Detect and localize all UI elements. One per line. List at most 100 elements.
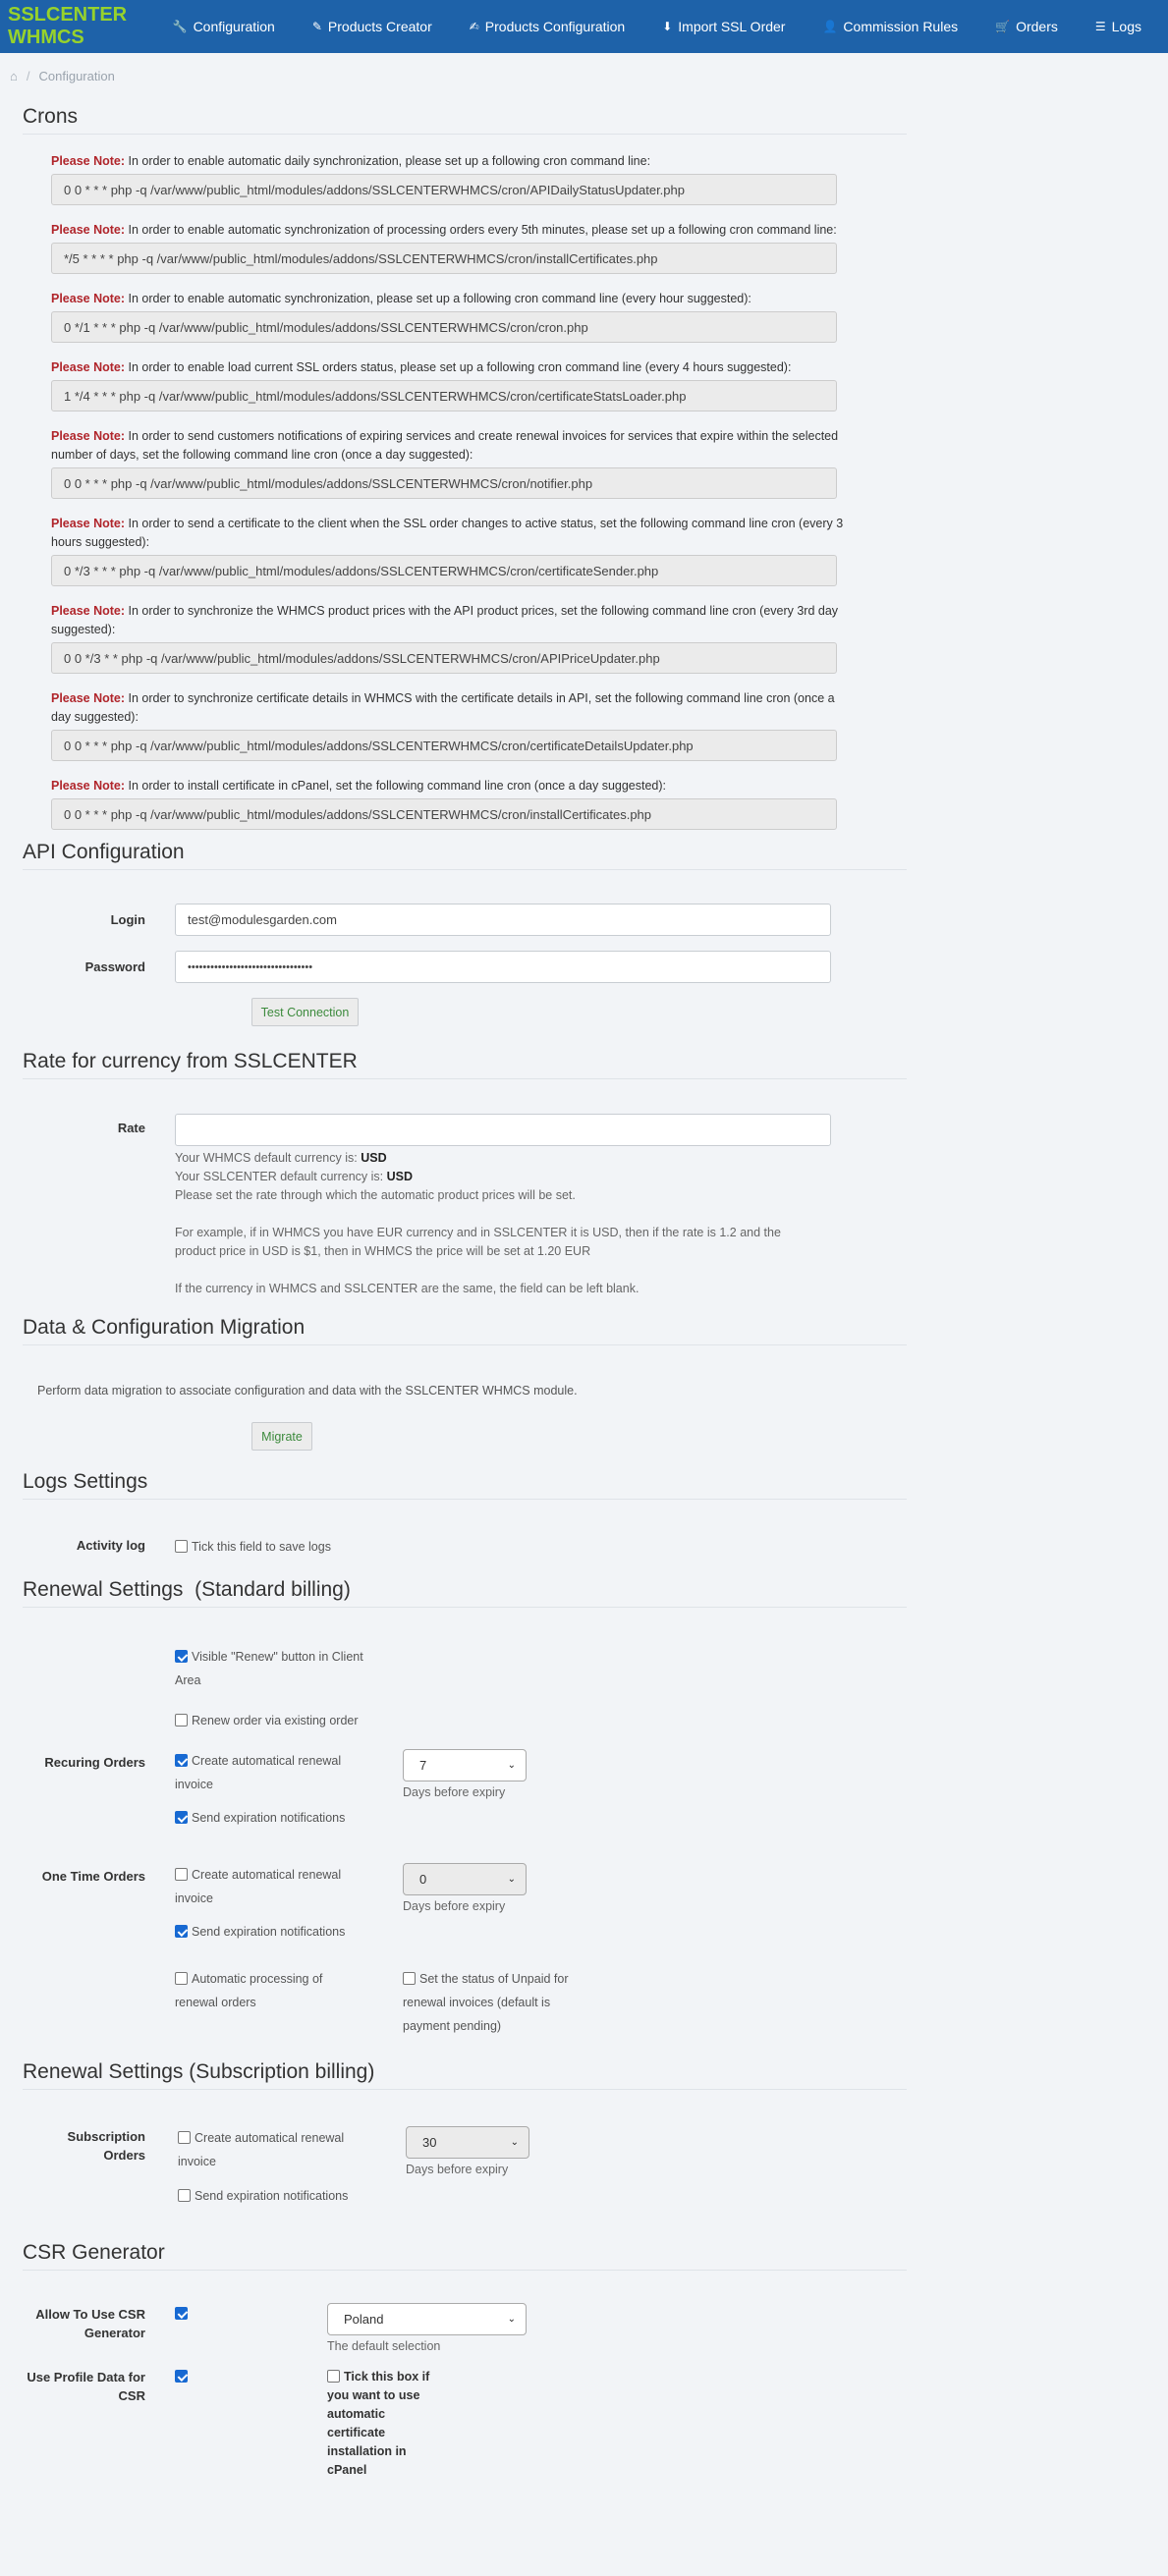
recurring-days-select[interactable]: 7 ⌄ bbox=[403, 1749, 527, 1781]
csr-country-select[interactable]: Poland ⌄ bbox=[327, 2303, 527, 2335]
onetime-send-notifications-label: Send expiration notifications bbox=[192, 1925, 346, 1939]
cron-note-text: In order to enable load current SSL orde… bbox=[125, 360, 792, 374]
please-note-label: Please Note: bbox=[51, 691, 126, 705]
cron-command-field[interactable]: 0 0 * * * php -q /var/www/public_html/mo… bbox=[51, 174, 837, 205]
onetime-days-help: Days before expiry bbox=[403, 1899, 506, 1913]
visible-renew-label-1: Visible "Renew" button in Client bbox=[192, 1650, 363, 1664]
activity-log-label: Activity log bbox=[76, 1538, 145, 1553]
unpaid-status-checkbox[interactable] bbox=[403, 1972, 416, 1985]
allow-csr-label-1: Allow To Use CSR bbox=[35, 2307, 145, 2322]
nav-item-label: Commission Rules bbox=[843, 19, 959, 34]
onetime-send-notifications-checkbox[interactable] bbox=[175, 1925, 188, 1938]
recurring-days-help: Days before expiry bbox=[403, 1785, 506, 1799]
cron-note: Please Note: In order to install certifi… bbox=[51, 777, 857, 795]
recurring-send-notifications-checkbox[interactable] bbox=[175, 1811, 188, 1824]
rate-row: Rate Your WHMCS default currency is: USD… bbox=[23, 1114, 907, 1298]
test-connection-button[interactable]: Test Connection bbox=[251, 998, 359, 1026]
renewal-subscription-body: Subscription Orders Create automatical r… bbox=[23, 2090, 907, 2245]
nav-item-import-ssl-order[interactable]: ⬇ Import SSL Order bbox=[643, 19, 804, 34]
cron-command-field[interactable]: */5 * * * * php -q /var/www/public_html/… bbox=[51, 243, 837, 274]
please-note-label: Please Note: bbox=[51, 360, 126, 374]
nav-item-label: Products Configuration bbox=[484, 19, 626, 34]
cron-command-field[interactable]: 0 */3 * * * php -q /var/www/public_html/… bbox=[51, 555, 837, 586]
api-section-title: API Configuration bbox=[23, 841, 907, 870]
password-label: Password bbox=[84, 959, 145, 974]
subscription-send-notifications-label: Send expiration notifications bbox=[195, 2189, 349, 2203]
renew-existing-checkbox[interactable] bbox=[175, 1714, 188, 1726]
visible-renew-checkbox[interactable] bbox=[175, 1650, 188, 1663]
subscription-days-select[interactable]: 30 ⌄ bbox=[406, 2126, 529, 2159]
cron-command-field[interactable]: 0 0 * * * php -q /var/www/public_html/mo… bbox=[51, 467, 837, 499]
activity-log-row: Activity log Tick this field to save log… bbox=[23, 1535, 907, 1559]
cron-note: Please Note: In order to synchronize cer… bbox=[51, 689, 857, 727]
cron-note-text: In order to install certificate in cPane… bbox=[125, 779, 667, 793]
cron-command-field[interactable]: 0 */1 * * * php -q /var/www/public_html/… bbox=[51, 311, 837, 343]
migration-text: Perform data migration to associate conf… bbox=[37, 1384, 578, 1398]
brand-logo[interactable]: SSLCENTER WHMCS bbox=[8, 4, 135, 49]
cron-note: Please Note: In order to enable automati… bbox=[51, 221, 857, 240]
please-note-label: Please Note: bbox=[51, 292, 126, 305]
rate-section-title: Rate for currency from SSLCENTER bbox=[23, 1050, 907, 1079]
auto-processing-checkbox[interactable] bbox=[175, 1972, 188, 1985]
activity-log-checkbox[interactable] bbox=[175, 1540, 188, 1553]
chevron-down-icon: ⌄ bbox=[510, 2137, 519, 2148]
allow-csr-checkbox[interactable] bbox=[175, 2307, 188, 2320]
cron-note: Please Note: In order to enable automati… bbox=[51, 152, 857, 171]
please-note-label: Please Note: bbox=[51, 429, 126, 443]
cron-note-text: In order to send customers notifications… bbox=[51, 429, 839, 462]
user-plus-icon: 👤 bbox=[822, 20, 838, 33]
whmcs-currency-value: USD bbox=[361, 1151, 387, 1165]
subscription-orders-label: Subscription Orders bbox=[23, 2127, 145, 2165]
cron-command-field[interactable]: 1 */4 * * * php -q /var/www/public_html/… bbox=[51, 380, 837, 411]
nav-item-logs[interactable]: ☰ Logs bbox=[1077, 19, 1160, 34]
cart-icon: 🛒 bbox=[995, 20, 1011, 33]
rate-input[interactable] bbox=[175, 1114, 831, 1146]
recurring-create-invoice-label-1: Create automatical renewal bbox=[192, 1754, 342, 1768]
please-note-label: Please Note: bbox=[51, 517, 126, 530]
nav-item-products-creator[interactable]: ✎ Products Creator bbox=[294, 19, 451, 34]
subscription-days-help: Days before expiry bbox=[406, 2163, 509, 2176]
onetime-create-invoice-label-1: Create automatical renewal bbox=[192, 1868, 342, 1882]
onetime-create-invoice-checkbox[interactable] bbox=[175, 1868, 188, 1881]
cron-command-field[interactable]: 0 0 * * * php -q /var/www/public_html/mo… bbox=[51, 730, 837, 761]
cron-command-field[interactable]: 0 0 * * * php -q /var/www/public_html/mo… bbox=[51, 798, 837, 830]
cron-command-field[interactable]: 0 0 */3 * * php -q /var/www/public_html/… bbox=[51, 642, 837, 674]
migration-section-title: Data & Configuration Migration bbox=[23, 1316, 907, 1345]
password-input[interactable]: ••••••••••••••••••••••••••••••••• bbox=[175, 951, 831, 983]
login-input[interactable]: test@modulesgarden.com bbox=[175, 904, 831, 936]
renewal-standard-body: Visible "Renew" button in Client Area Re… bbox=[23, 1608, 907, 2064]
rate-label: Rate bbox=[117, 1121, 145, 1135]
crons-section-title: Crons bbox=[23, 105, 907, 135]
cron-note-text: In order to synchronize certificate deta… bbox=[51, 691, 835, 724]
auto-install-checkbox[interactable] bbox=[327, 2370, 340, 2383]
nav-item-products-configuration[interactable]: ✍ Products Configuration bbox=[451, 19, 643, 34]
please-note-label: Please Note: bbox=[51, 154, 126, 168]
auto-install-label-3: automatic bbox=[327, 2407, 386, 2421]
edit-icon: ✍ bbox=[469, 20, 479, 33]
home-icon[interactable]: ⌂ bbox=[10, 69, 18, 83]
nav-item-configuration[interactable]: 🔧 Configuration bbox=[154, 19, 294, 34]
renewal-subscription-section-title: Renewal Settings (Subscription billing) bbox=[23, 2060, 907, 2090]
breadcrumb-current: Configuration bbox=[38, 68, 115, 83]
use-profile-label-1: Use Profile Data for bbox=[27, 2370, 145, 2384]
subscription-create-invoice-label-2: invoice bbox=[178, 2155, 216, 2168]
subscription-send-notifications-checkbox[interactable] bbox=[178, 2189, 191, 2202]
use-profile-label: Use Profile Data for CSR bbox=[23, 2368, 145, 2405]
onetime-days-select[interactable]: 0 ⌄ bbox=[403, 1863, 527, 1895]
migrate-button[interactable]: Migrate bbox=[251, 1422, 312, 1451]
whmcs-currency-label: Your WHMCS default currency is: bbox=[175, 1151, 358, 1165]
cron-note-text: In order to send a certificate to the cl… bbox=[51, 517, 844, 549]
nav-item-orders[interactable]: 🛒 Orders bbox=[976, 19, 1077, 34]
use-profile-checkbox[interactable] bbox=[175, 2370, 188, 2383]
rate-help: Your WHMCS default currency is: USD Your… bbox=[175, 1149, 831, 1298]
renewal-standard-section-title: Renewal Settings (Standard billing) bbox=[23, 1578, 907, 1608]
sslcenter-currency-label: Your SSLCENTER default currency is: bbox=[175, 1170, 384, 1183]
cron-note-text: In order to enable automatic synchroniza… bbox=[125, 223, 837, 237]
subscription-create-invoice-checkbox[interactable] bbox=[178, 2131, 191, 2144]
nav-item-commission-rules[interactable]: 👤 Commission Rules bbox=[804, 19, 976, 34]
auto-processing-label-1: Automatic processing of bbox=[192, 1972, 323, 1986]
recurring-create-invoice-checkbox[interactable] bbox=[175, 1754, 188, 1767]
use-profile-label-2: CSR bbox=[118, 2388, 145, 2403]
main-content: Crons Please Note: In order to enable au… bbox=[0, 105, 1168, 2526]
download-icon: ⬇ bbox=[662, 20, 673, 33]
